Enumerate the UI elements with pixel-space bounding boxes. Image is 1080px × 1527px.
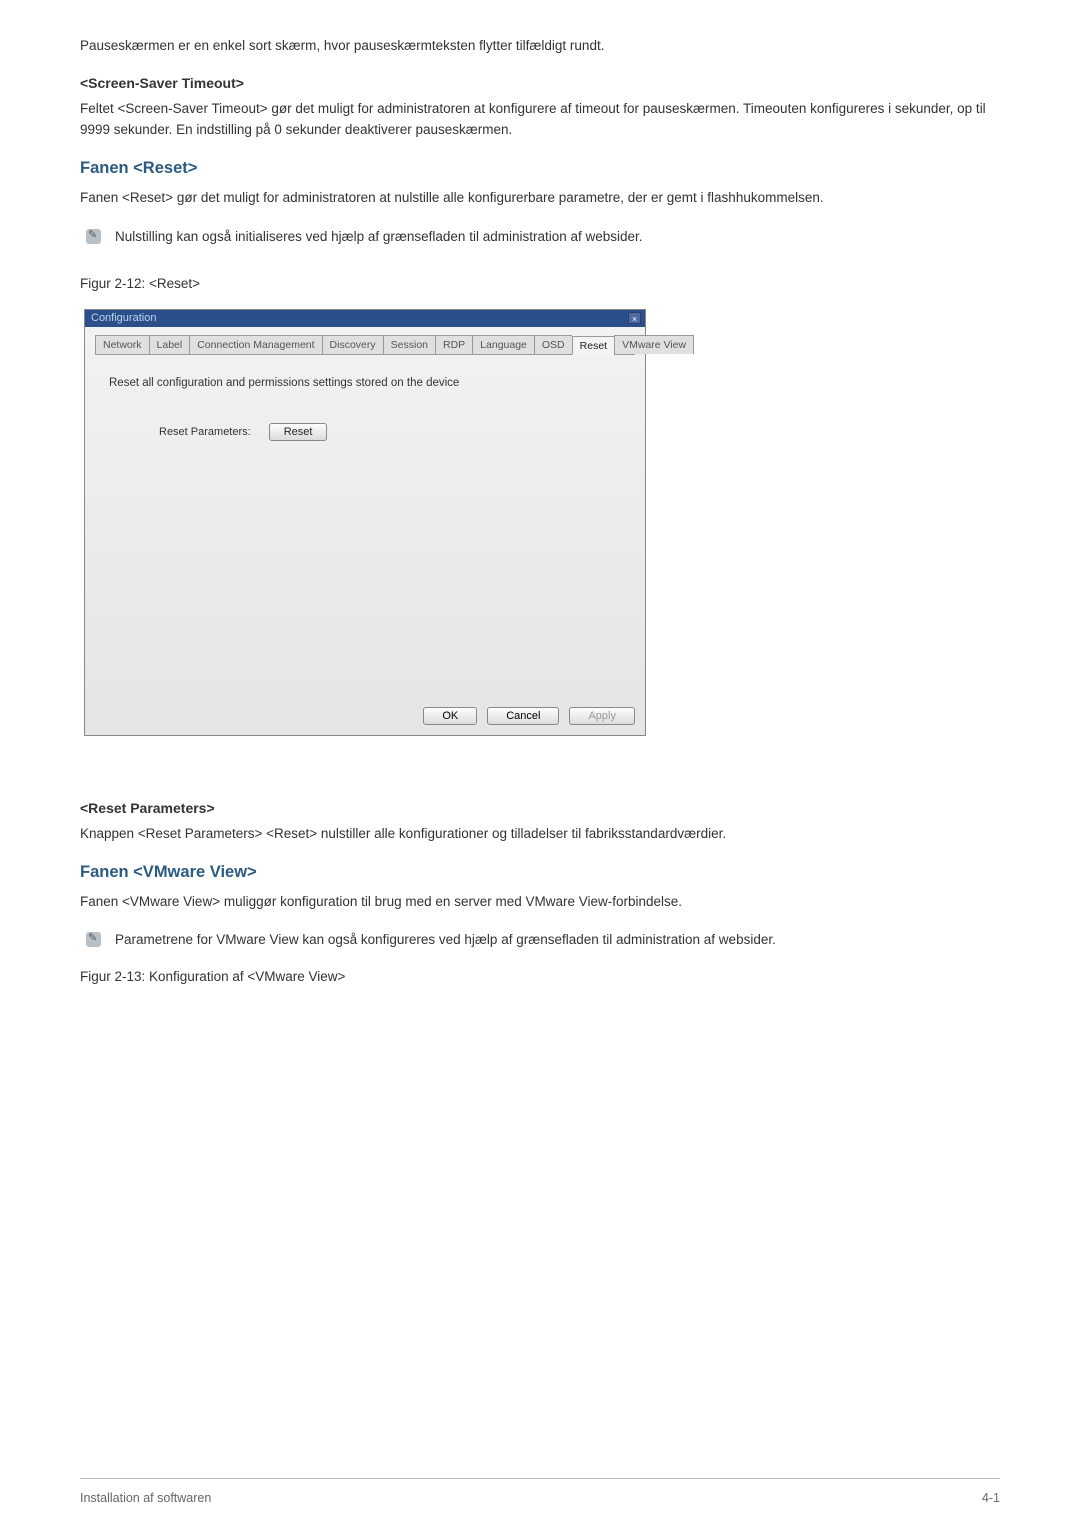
paragraph-reset-parameters: Knappen <Reset Parameters> <Reset> nulst… (80, 824, 1000, 845)
dialog-body: Network Label Connection Management Disc… (85, 327, 645, 701)
pencil-icon (86, 229, 101, 244)
tab-discovery[interactable]: Discovery (322, 335, 383, 354)
tab-session[interactable]: Session (383, 335, 435, 354)
tab-connection-management[interactable]: Connection Management (189, 335, 321, 354)
tab-content-reset: Reset all configuration and permissions … (95, 355, 635, 645)
apply-button[interactable]: Apply (569, 707, 635, 725)
note-text-vmware: Parametrene for VMware View kan også kon… (115, 930, 776, 951)
dialog-footer: OK Cancel Apply (85, 701, 645, 735)
note-row-reset: Nulstilling kan også initialiseres ved h… (80, 227, 1000, 248)
figure-caption-vmware: Figur 2-13: Konfiguration af <VMware Vie… (80, 969, 1000, 984)
dialog-title: Configuration (91, 312, 156, 324)
heading-screensaver-timeout: <Screen-Saver Timeout> (80, 75, 1000, 91)
page-footer: Installation af softwaren 4-1 (80, 1478, 1000, 1505)
pencil-icon (86, 932, 101, 947)
tab-vmware-view[interactable]: VMware View (614, 335, 694, 354)
heading-vmware-view-tab: Fanen <VMware View> (80, 863, 1000, 882)
figure-caption-reset: Figur 2-12: <Reset> (80, 276, 1000, 291)
paragraph-screensaver-intro: Pauseskærmen er en enkel sort skærm, hvo… (80, 36, 1000, 57)
heading-reset-tab: Fanen <Reset> (80, 159, 1000, 178)
tab-osd[interactable]: OSD (534, 335, 572, 354)
reset-parameters-label: Reset Parameters: (159, 426, 251, 438)
paragraph-screensaver-timeout: Feltet <Screen-Saver Timeout> gør det mu… (80, 99, 1000, 141)
reset-row: Reset Parameters: Reset (159, 423, 621, 441)
paragraph-reset-tab: Fanen <Reset> gør det muligt for adminis… (80, 188, 1000, 209)
tab-network[interactable]: Network (95, 335, 149, 354)
tab-rdp[interactable]: RDP (435, 335, 472, 354)
configuration-dialog: Configuration × Network Label Connection… (84, 309, 646, 736)
footer-left: Installation af softwaren (80, 1491, 211, 1505)
tab-language[interactable]: Language (472, 335, 534, 354)
note-row-vmware: Parametrene for VMware View kan også kon… (80, 930, 1000, 951)
paragraph-vmware-view: Fanen <VMware View> muliggør konfigurati… (80, 892, 1000, 913)
tab-strip: Network Label Connection Management Disc… (95, 335, 635, 355)
close-icon[interactable]: × (628, 312, 641, 324)
tab-label[interactable]: Label (149, 335, 190, 354)
ok-button[interactable]: OK (423, 707, 477, 725)
heading-reset-parameters: <Reset Parameters> (80, 800, 1000, 816)
tab-reset[interactable]: Reset (572, 336, 614, 355)
dialog-titlebar: Configuration × (85, 310, 645, 327)
reset-button[interactable]: Reset (269, 423, 328, 441)
cancel-button[interactable]: Cancel (487, 707, 559, 725)
footer-right: 4-1 (982, 1491, 1000, 1505)
reset-instruction: Reset all configuration and permissions … (109, 377, 621, 389)
note-text-reset: Nulstilling kan også initialiseres ved h… (115, 227, 643, 248)
